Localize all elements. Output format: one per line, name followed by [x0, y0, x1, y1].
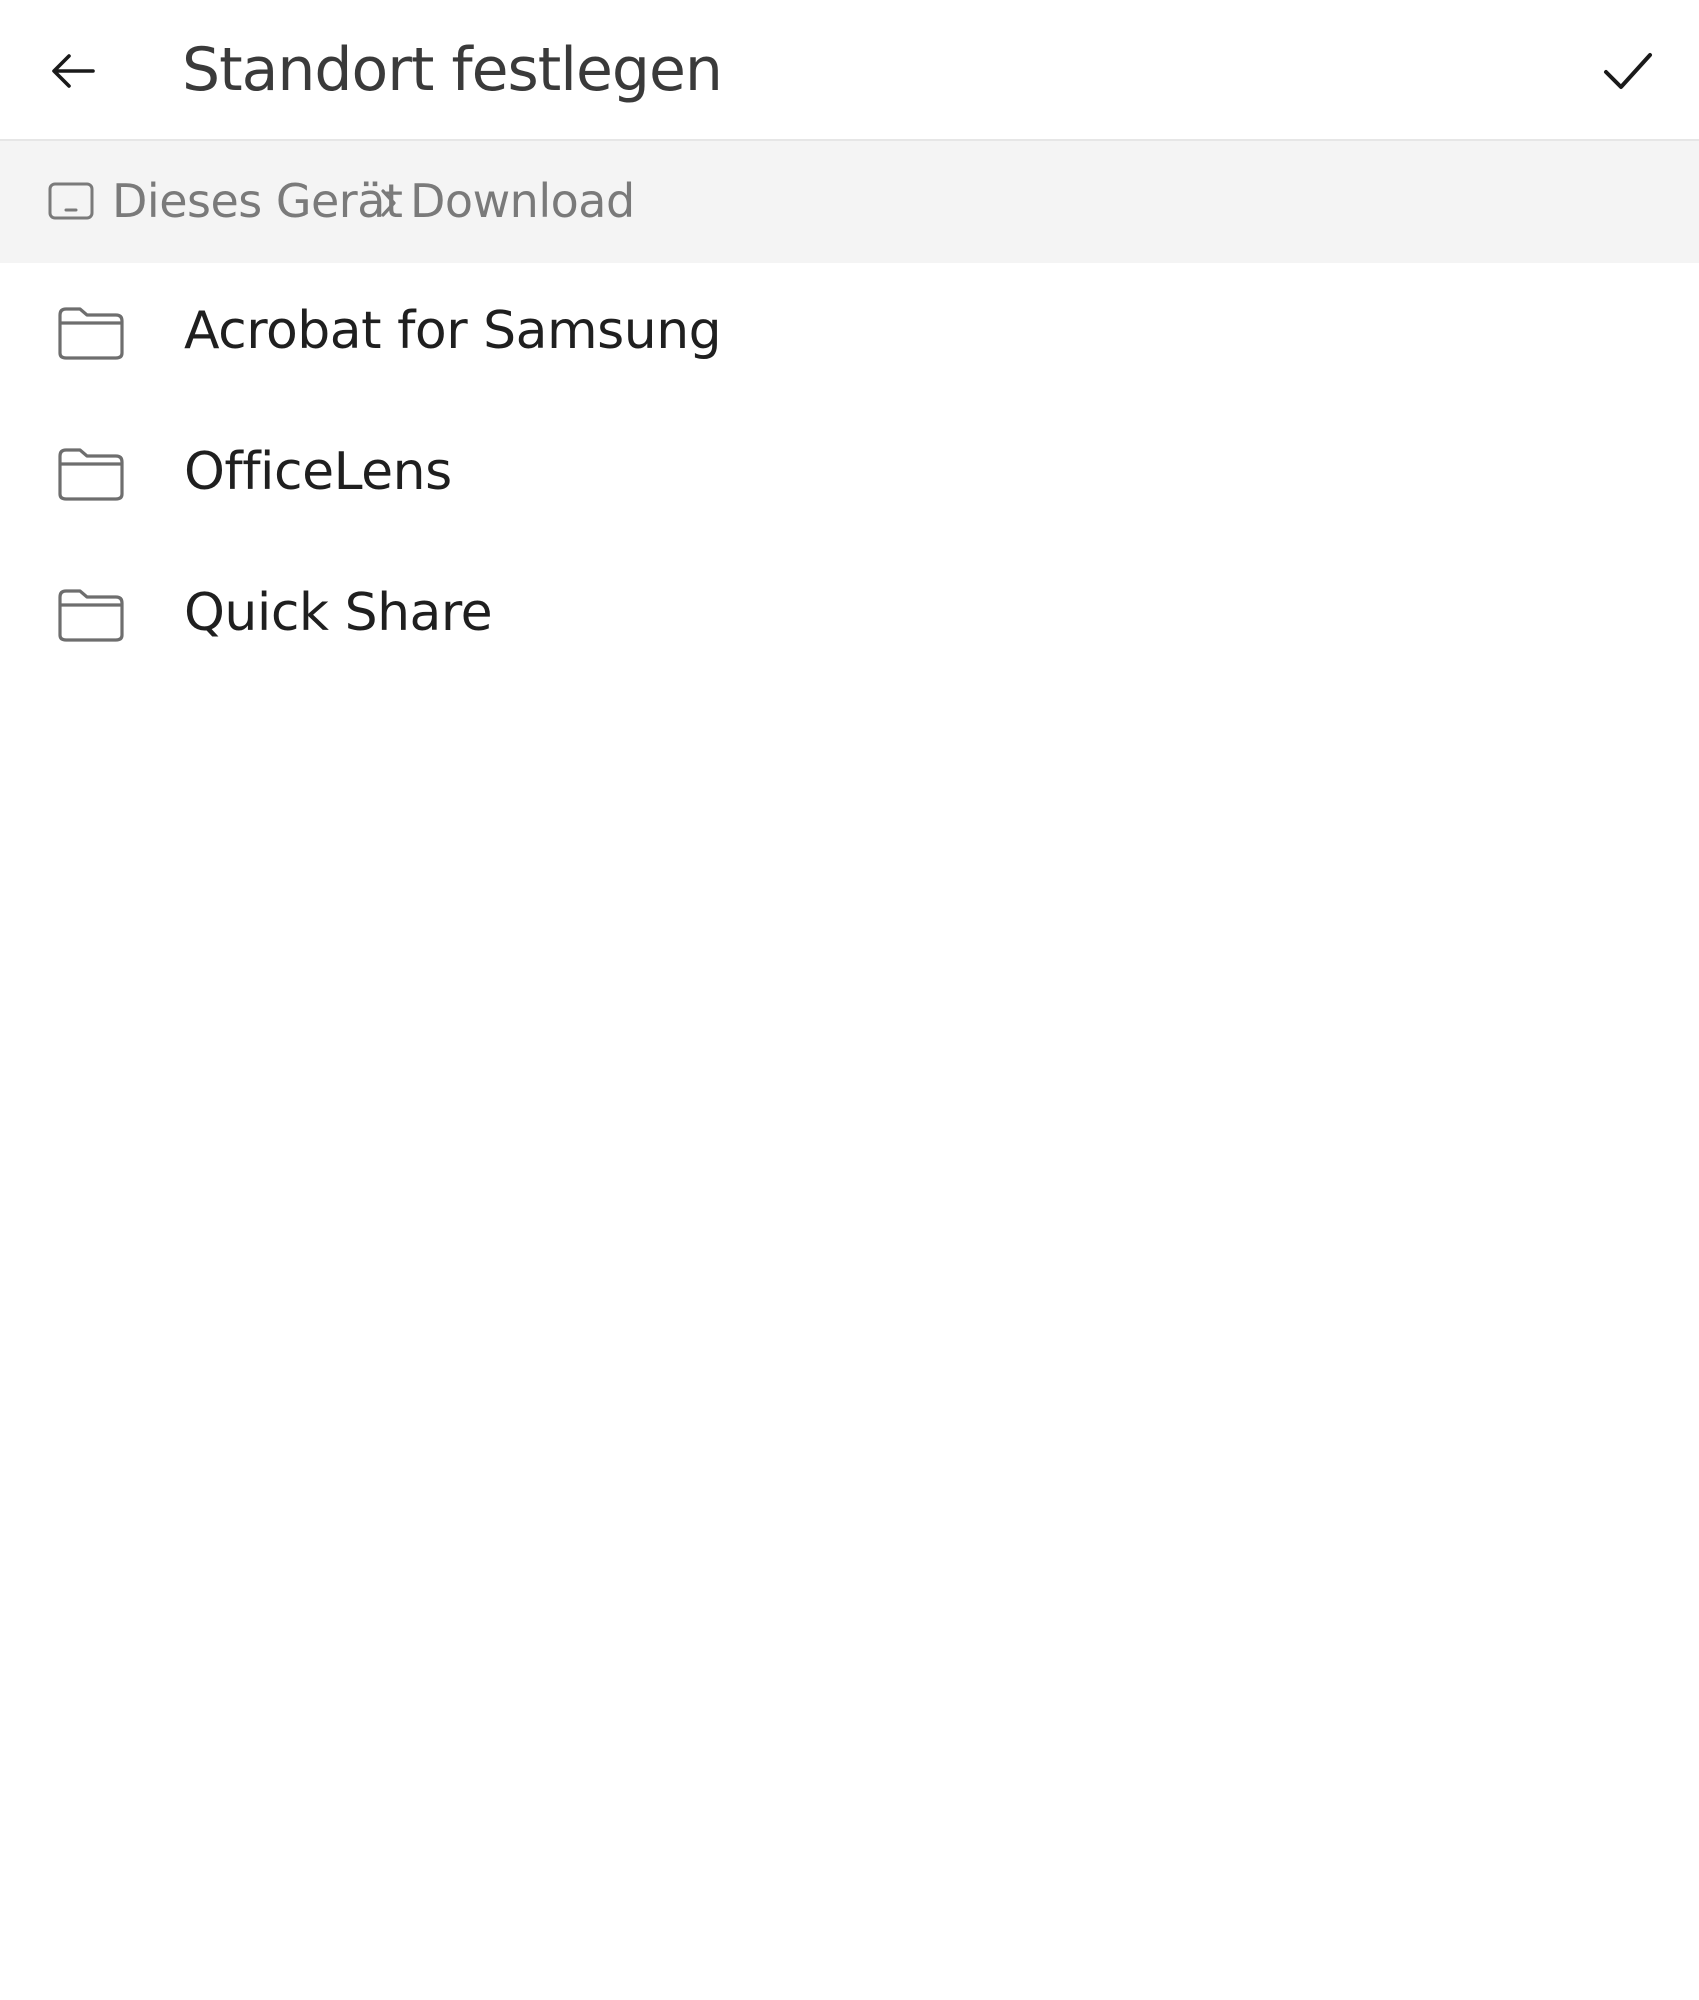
folder-icon [58, 307, 124, 360]
folder-icon [58, 448, 124, 501]
chevron-right-icon [381, 189, 396, 217]
arrow-left-icon [52, 54, 95, 88]
folder-label: OfficeLens [184, 442, 452, 502]
breadcrumb: Dieses Gerät Download [0, 141, 1699, 263]
list-item[interactable]: Quick Share [0, 545, 1699, 686]
checkmark-icon [1604, 53, 1652, 89]
breadcrumb-item-device[interactable]: Dieses Gerät [112, 171, 403, 231]
list-item[interactable]: Acrobat for Samsung [0, 263, 1699, 404]
folder-list: Acrobat for Samsung OfficeLens Quick Sha… [0, 263, 1699, 686]
folder-label: Quick Share [184, 583, 493, 643]
back-button[interactable] [38, 36, 108, 106]
app-bar: Standort festlegen [0, 0, 1699, 141]
breadcrumb-item-download[interactable]: Download [410, 171, 635, 231]
device-storage-icon [48, 182, 94, 220]
page-title: Standort festlegen [182, 35, 723, 105]
folder-label: Acrobat for Samsung [184, 301, 722, 361]
confirm-button[interactable] [1590, 36, 1666, 106]
list-item[interactable]: OfficeLens [0, 404, 1699, 545]
folder-icon [58, 589, 124, 642]
